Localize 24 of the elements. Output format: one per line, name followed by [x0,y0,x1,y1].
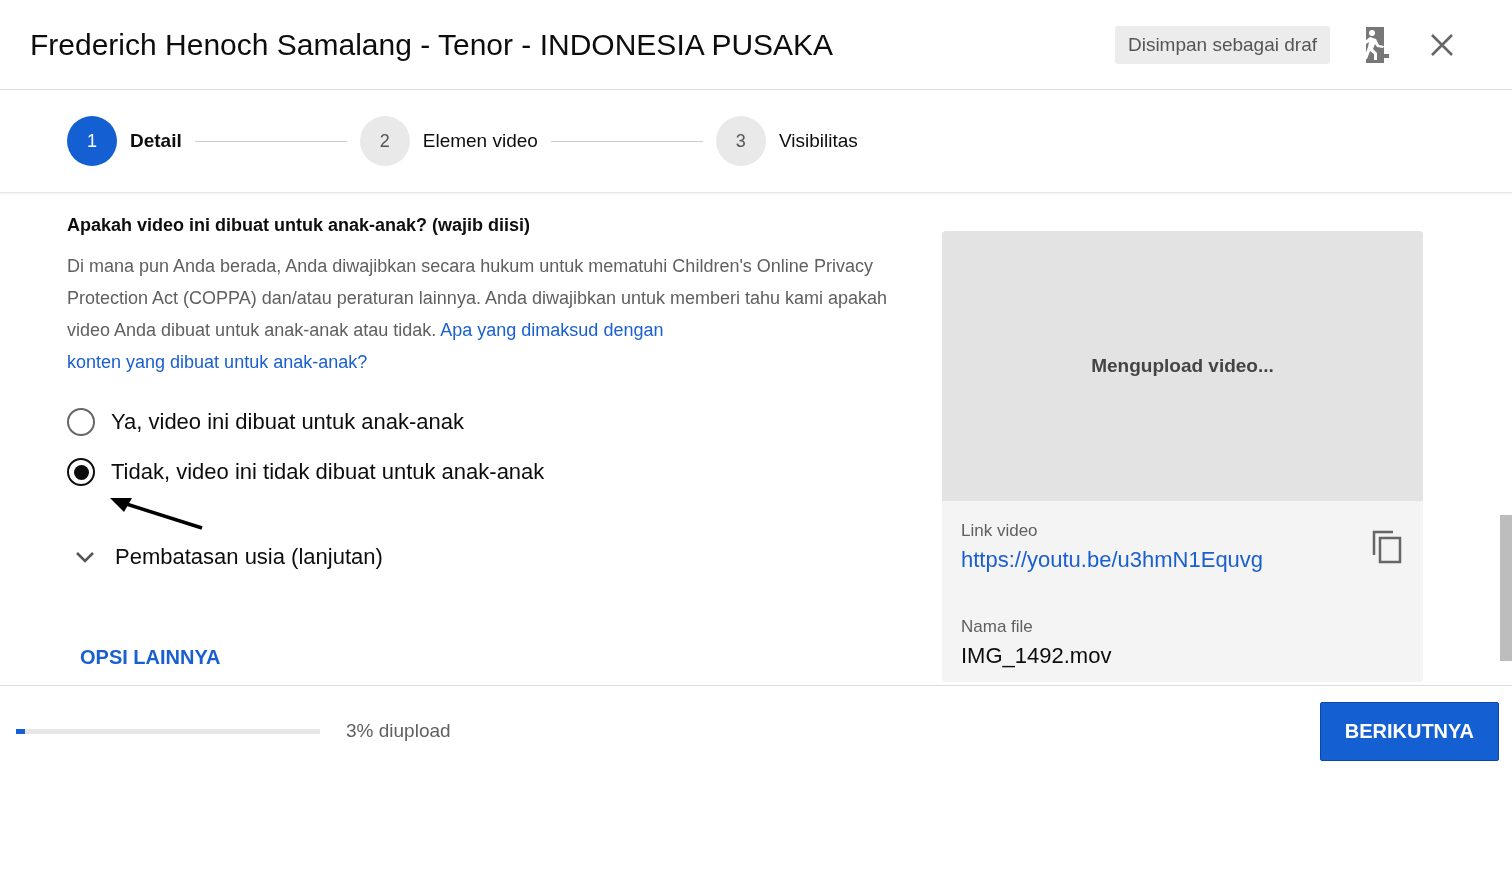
close-icon[interactable] [1430,32,1454,57]
field-label: Nama file [961,617,1034,637]
step-tab[interactable]: 2 Elemen video [359,116,538,166]
scrollbar[interactable] [1500,515,1512,661]
file-name: IMG_1492.mov [961,643,1113,669]
radio-option[interactable]: Tidak, video ini tidak dibuat untuk anak-anak [67,458,927,486]
help-link[interactable]: konten yang dibuat untuk anak-anak? [67,352,368,372]
step-tab[interactable]: 1 Detail [67,116,182,166]
step-tab[interactable]: 3 Visibilitas [715,116,858,166]
draft-status-badge: Disimpan sebagai draf [1114,25,1330,64]
upload-status-text: 3% diupload [346,720,452,742]
next-button[interactable]: BERIKUTNYA [1319,701,1499,761]
expand-toggle[interactable]: Pembatasan usia (lanjutan) [75,544,383,570]
description-text: Di mana pun Anda berada, Anda diwajibkan secara hukum untuk mematuhi Children's Online Privacy Protection Act (COPPA) dan/atau peraturan lainnya. Anda diwajibkan untuk memberi tahu kami apakah video Anda dibuat untuk anak-anak atau tidak. Apa yang dimaksud dengan konten yang dibuat untuk anak-anak? [67,255,889,374]
video-link[interactable]: https://youtu.be/u3hmN1Equvg [961,547,1264,573]
help-link[interactable]: Apa yang dimaksud dengan [440,320,664,340]
video-preview-status: Mengupload video... [942,231,1423,501]
radio-option[interactable]: Ya, video ini dibuat untuk anak-anak [67,408,927,436]
window-title: Frederich Henoch Samalang - Tenor - INDONESIA PUSAKA [30,27,835,62]
more-options-button[interactable]: OPSI LAINNYA [80,646,221,669]
copy-icon[interactable] [1371,529,1403,565]
exit-sign-icon[interactable] [1360,25,1390,64]
field-label: Link video [961,521,1039,541]
section-heading: Apakah video ini dibuat untuk anak-anak? (wajib diisi) [67,215,532,236]
